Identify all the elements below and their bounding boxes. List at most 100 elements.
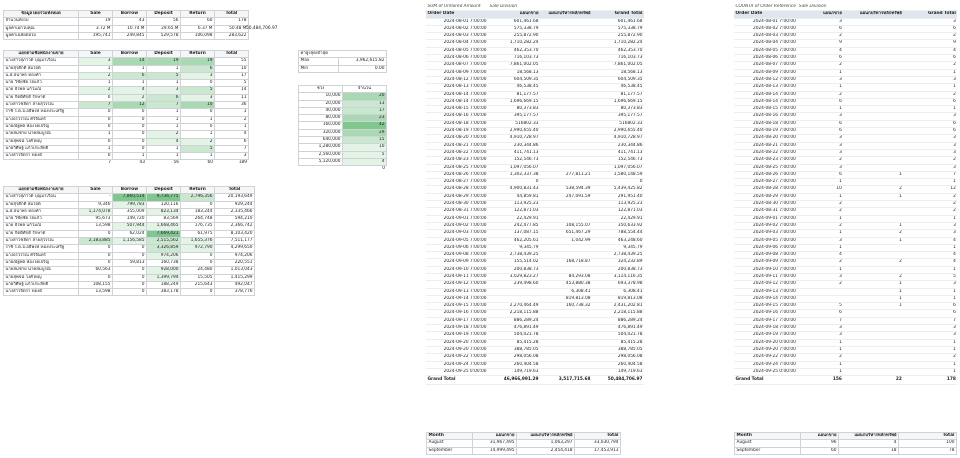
summary-cell[interactable]: 195,741 xyxy=(78,31,113,41)
pivot_sum-cell[interactable]: 1,097,056.07 xyxy=(488,164,540,172)
pivot_count-cell[interactable]: 10 xyxy=(797,185,844,194)
pivot_count-cell[interactable] xyxy=(843,127,904,136)
value-cell[interactable]: 220,551 xyxy=(214,258,255,268)
count-cell[interactable]: 14 xyxy=(214,86,249,95)
pivot_sum-cell[interactable]: 504,021.78 xyxy=(592,331,644,340)
value-cell[interactable]: 60,563 xyxy=(78,266,113,275)
value-cell[interactable]: 61,975 xyxy=(180,229,215,239)
count-cell[interactable]: 0 xyxy=(180,79,215,88)
bins-range[interactable]: 640,000 xyxy=(298,136,343,145)
pivot_sum-month-cell[interactable]: 1,063,297 xyxy=(516,439,575,448)
pivot_count-cell[interactable]: 1 xyxy=(903,244,958,253)
pivot_sum-grand-cell[interactable]: Grand Total xyxy=(426,375,488,386)
count-cell[interactable]: 6 xyxy=(214,137,249,146)
pivot_sum-cell[interactable]: 2,738,439.25 xyxy=(592,251,644,260)
pivot_count-cell[interactable]: 2024-08-01 7:00:00 xyxy=(734,18,798,26)
pivot_sum-cell[interactable]: 22,429.91 xyxy=(592,215,644,223)
value-cell[interactable]: 974,206 xyxy=(146,251,181,260)
count-total-cell[interactable]: 7 xyxy=(79,160,113,167)
pivot_sum-cell[interactable]: 122,871.03 xyxy=(592,207,644,216)
pivot_sum-cell[interactable]: 411,741.13 xyxy=(592,149,644,158)
pivot_sum-month-cell[interactable]: 14,999,495 xyxy=(472,446,517,455)
pivot_sum-cell[interactable]: 2024-09-13 7:00:00 xyxy=(426,288,488,296)
pivot_count-cell[interactable]: 6 xyxy=(903,54,958,63)
pivot_count-cell[interactable] xyxy=(843,32,904,41)
pivot_count-cell[interactable]: 3 xyxy=(903,229,958,238)
pivot_sum-cell[interactable]: 5,439,425.82 xyxy=(592,185,644,194)
pivot_sum-cell[interactable] xyxy=(540,215,592,223)
count-cell[interactable]: 2 xyxy=(112,93,147,103)
pivot_sum-header[interactable]: Grand Total xyxy=(592,10,644,19)
pivot_sum-cell[interactable]: 504,021.78 xyxy=(488,331,540,340)
value-cell[interactable]: 0 xyxy=(78,251,113,260)
pivot_count-cell[interactable]: 1 xyxy=(797,105,844,114)
pivot_count-cell[interactable]: 2024-08-07 7:00:00 xyxy=(734,61,798,70)
pivot_sum-cell[interactable] xyxy=(540,61,592,70)
count-cell[interactable]: 0 xyxy=(180,108,215,117)
pivot_sum-cell[interactable]: 298,056.08 xyxy=(592,353,644,362)
pivot_sum-cell[interactable]: 4,900,831.43 xyxy=(488,185,540,194)
pivot_sum-cell[interactable] xyxy=(540,112,592,121)
minmax-label[interactable]: Max xyxy=(298,57,339,66)
value-cell[interactable]: 0 xyxy=(180,258,215,268)
summary-cell[interactable]: มูลค่าเฉลี่ยต่อใบ xyxy=(3,31,79,41)
count-cell[interactable]: 1 xyxy=(146,115,181,124)
count-cell[interactable]: นาย วิชัยชัย ใจแก้ว xyxy=(3,79,79,88)
value-cell[interactable]: 83,569 xyxy=(146,215,181,224)
pivot_sum-cell[interactable] xyxy=(540,76,592,85)
pivot_count-cell[interactable]: 2 xyxy=(903,207,958,216)
pivot_sum-cell[interactable]: 463,248.60 xyxy=(592,237,644,245)
pivot_count-cell[interactable]: 1 xyxy=(843,222,904,231)
pivot_sum-cell[interactable]: 350,633.92 xyxy=(592,222,644,231)
value-header-cell[interactable]: แยกตามชื่อพนักงานขาย xyxy=(3,185,79,195)
pivot_sum-cell[interactable] xyxy=(540,25,592,34)
pivot_sum-cell[interactable]: 2024-09-17 7:00:00 xyxy=(426,317,488,326)
value-cell[interactable]: 0 xyxy=(78,273,113,282)
count-cell[interactable]: 2 xyxy=(180,137,215,146)
summary-cell[interactable]: 10.74 M xyxy=(112,24,147,33)
pivot_sum-cell[interactable]: 2024-09-09 7:00:00 xyxy=(426,258,488,267)
pivot_count-cell[interactable]: 3 xyxy=(903,134,958,143)
pivot_count-cell[interactable]: 2024-09-13 7:00:00 xyxy=(734,288,798,296)
pivot_sum-cell[interactable]: 113,925.23 xyxy=(488,200,540,209)
pivot_count-cell[interactable]: 2024-09-22 7:00:00 xyxy=(734,353,798,362)
bins-range[interactable]: 20,000 xyxy=(298,99,343,108)
pivot_count-cell[interactable]: 2024-08-04 7:00:00 xyxy=(734,39,798,48)
pivot_sum-cell[interactable]: 693,378.98 xyxy=(592,280,644,289)
pivot_sum-cell[interactable]: 462,353.70 xyxy=(488,47,540,56)
pivot_count-cell[interactable]: 2024-09-02 7:00:00 xyxy=(734,222,798,231)
bins-range[interactable]: 40,000 xyxy=(298,106,343,116)
pivot_sum-cell[interactable]: 2024-08-16 7:00:00 xyxy=(426,112,488,121)
pivot_sum-cell[interactable]: 44,859.81 xyxy=(488,193,540,202)
summary-cell[interactable]: 56 xyxy=(146,17,181,26)
pivot_count-cell[interactable]: 6 xyxy=(797,127,844,136)
pivot_count-cell[interactable]: 3 xyxy=(903,280,958,289)
pivot_sum-cell[interactable] xyxy=(540,309,592,318)
count-total-cell[interactable]: 60 xyxy=(181,160,215,167)
pivot_sum-cell[interactable] xyxy=(540,149,592,158)
value-cell[interactable]: 95,673 xyxy=(78,215,113,224)
pivot_count-cell[interactable]: 1 xyxy=(797,346,844,355)
pivot_count-cell[interactable]: 7 xyxy=(797,317,844,326)
pivot_count-grand-cell[interactable]: 22 xyxy=(843,375,904,386)
pivot_sum-month-header[interactable]: แผนกขาย xyxy=(472,431,517,441)
pivot_count-cell[interactable]: 1 xyxy=(843,193,904,202)
count-cell[interactable]: นาย ธีรพล แก้วมณี xyxy=(3,86,79,95)
pivot_count-cell[interactable]: 1 xyxy=(903,368,958,377)
pivot_count-cell[interactable]: 3 xyxy=(903,331,958,340)
pivot_sum-cell[interactable]: 255,872.90 xyxy=(592,32,644,41)
pivot_count-cell[interactable] xyxy=(843,339,904,347)
pivot_count-caption[interactable]: Sale Division xyxy=(797,4,844,12)
count-cell[interactable]: 6 xyxy=(112,71,147,81)
value-cell[interactable]: 355,009 xyxy=(112,207,147,217)
value-cell[interactable]: 972,790 xyxy=(180,244,215,253)
pivot_sum-cell[interactable] xyxy=(540,346,592,355)
pivot_sum-cell[interactable] xyxy=(540,18,592,26)
pivot_sum-cell[interactable]: 18,568.13 xyxy=(592,69,644,77)
pivot_sum-month-cell[interactable]: 2,454,418 xyxy=(516,446,575,455)
pivot_sum-cell[interactable]: 122,871.03 xyxy=(488,207,540,216)
pivot_sum-cell[interactable]: 18,568.13 xyxy=(488,69,540,77)
pivot_sum-cell[interactable]: 2024-08-06 7:00:00 xyxy=(426,54,488,63)
pivot_count-cell[interactable]: 2024-09-01 7:00:00 xyxy=(734,215,798,223)
pivot_count-cell[interactable]: 1 xyxy=(797,178,844,187)
